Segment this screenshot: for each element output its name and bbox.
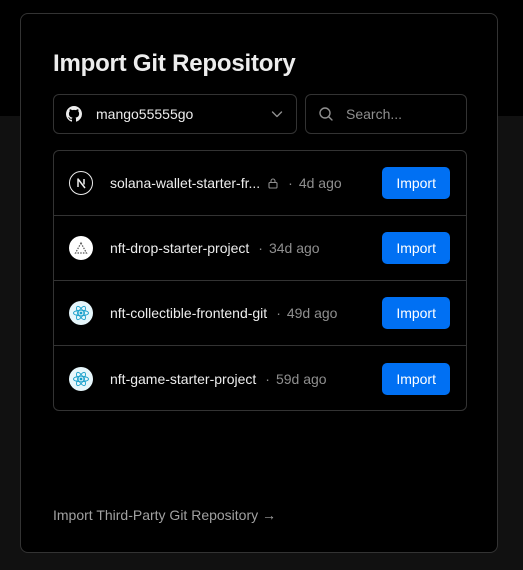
search-box: [305, 94, 467, 134]
github-icon: [66, 106, 82, 122]
git-account-select[interactable]: mango55555go: [53, 94, 297, 134]
selected-account: mango55555go: [96, 106, 194, 122]
react-logo-icon: [69, 366, 93, 391]
import-button[interactable]: Import: [382, 232, 450, 264]
repository-age: 4d ago: [298, 175, 342, 191]
lock-icon: [267, 177, 279, 189]
separator-dot: ·: [258, 240, 263, 256]
import-button[interactable]: Import: [382, 167, 450, 199]
repository-row: nft-collectible-frontend-git · 49d ago I…: [54, 281, 466, 346]
repository-age: 59d ago: [275, 370, 327, 387]
separator-dot: ·: [288, 175, 293, 191]
repository-name[interactable]: nft-collectible-frontend-git: [110, 305, 267, 321]
repository-name[interactable]: solana-wallet-starter-fr...: [110, 175, 260, 191]
separator-dot: ·: [276, 305, 281, 321]
repository-row: nft-drop-starter-project · 34d ago Impor…: [54, 216, 466, 281]
repository-age: 34d ago: [268, 240, 320, 256]
triangle-logo-icon: [69, 236, 93, 260]
repository-row: solana-wallet-starter-fr... · 4d ago Imp…: [54, 151, 466, 216]
card-title: Import Git Repository: [53, 50, 296, 77]
import-third-party-link[interactable]: Import Third-Party Git Repository →: [53, 507, 276, 523]
react-logo-icon: [69, 301, 93, 325]
search-input[interactable]: [346, 106, 446, 122]
import-repository-card: Import Git Repository mango55555go solan…: [20, 13, 498, 553]
repository-name[interactable]: nft-drop-starter-project: [110, 240, 249, 256]
repository-list: solana-wallet-starter-fr... · 4d ago Imp…: [53, 150, 467, 411]
repository-age: 49d ago: [286, 305, 338, 321]
import-button[interactable]: Import: [382, 297, 450, 329]
search-icon: [318, 106, 334, 122]
repository-name[interactable]: nft-game-starter-project: [110, 371, 256, 387]
chevron-down-icon: [270, 107, 284, 121]
nextjs-logo-icon: [69, 171, 93, 195]
separator-dot: ·: [265, 370, 270, 387]
import-button[interactable]: Import: [382, 362, 450, 395]
repository-row: nft-game-starter-project · 59d ago Impor…: [54, 346, 466, 410]
